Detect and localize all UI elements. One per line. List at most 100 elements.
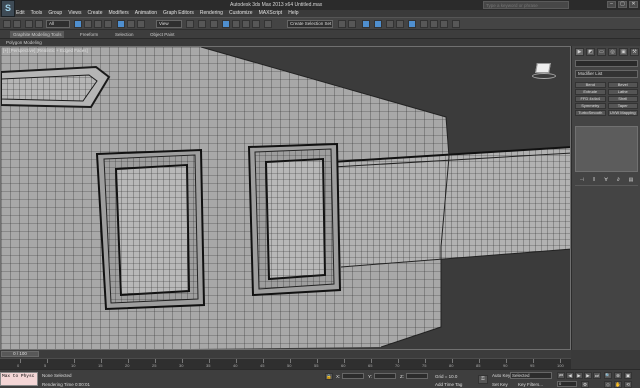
display-tab-icon[interactable]: ▣ <box>619 48 628 56</box>
align-icon[interactable] <box>348 20 356 28</box>
create-tab-icon[interactable]: ▶ <box>575 48 584 56</box>
menu-group[interactable]: Group <box>48 10 62 17</box>
modifier-uvw-mapping-button[interactable]: UVW Mapping <box>607 110 638 116</box>
select-by-name-icon[interactable] <box>84 20 92 28</box>
move-icon[interactable] <box>117 20 125 28</box>
schematic-view-icon[interactable] <box>396 20 404 28</box>
scale-icon[interactable] <box>137 20 145 28</box>
track-bar[interactable]: 0 5 10 15 20 25 30 35 40 45 50 55 60 65 70 75 80 85 90 95 10… <box>0 358 571 369</box>
render-setup-icon[interactable] <box>420 20 428 28</box>
edit-named-sel-icon[interactable] <box>264 20 272 28</box>
teapot-icon[interactable] <box>452 20 460 28</box>
angle-snap-icon[interactable] <box>232 20 240 28</box>
search-input[interactable] <box>484 2 568 8</box>
maximize-button[interactable]: ▢ <box>618 1 627 8</box>
menu-graph-editors[interactable]: Graph Editors <box>163 10 194 17</box>
curve-editor-icon[interactable] <box>386 20 394 28</box>
layer-manager-icon[interactable] <box>362 20 370 28</box>
modifier-lathe-button[interactable]: Lathe <box>607 89 638 95</box>
minimize-button[interactable]: – <box>607 1 616 8</box>
maxscript-listener[interactable]: Max to Physc <box>0 372 38 386</box>
time-slider[interactable]: 0 / 100 <box>0 350 571 358</box>
zoom-icon[interactable]: 🔍 <box>604 372 612 379</box>
redo-icon[interactable] <box>13 20 21 28</box>
go-to-start-icon[interactable]: ⏮ <box>557 372 565 379</box>
modifier-extrude-button[interactable]: Extrude <box>575 89 606 95</box>
material-editor-icon[interactable] <box>408 20 416 28</box>
object-name-field[interactable] <box>575 60 638 67</box>
key-filters-button[interactable]: Key Filters... <box>518 382 543 387</box>
link-icon[interactable] <box>25 20 33 28</box>
menu-modifiers[interactable]: Modifiers <box>108 10 128 17</box>
menu-tools[interactable]: Tools <box>31 10 43 17</box>
snap-icon[interactable] <box>222 20 230 28</box>
current-frame-field[interactable]: 0 <box>557 381 577 387</box>
app-logo-icon[interactable]: S <box>1 0 15 17</box>
set-key-button[interactable]: Set Key <box>492 382 508 387</box>
play-icon[interactable]: ▶ <box>575 372 583 379</box>
make-unique-icon[interactable]: ∀ <box>604 177 607 183</box>
hierarchy-tab-icon[interactable]: ▭ <box>597 48 606 56</box>
zoom-all-icon[interactable]: ⊕ <box>614 372 622 379</box>
menu-rendering[interactable]: Rendering <box>200 10 223 17</box>
mirror-icon[interactable] <box>338 20 346 28</box>
remove-modifier-icon[interactable]: ∂ <box>617 177 619 183</box>
rendered-frame-icon[interactable] <box>430 20 438 28</box>
percent-snap-icon[interactable] <box>242 20 250 28</box>
modifier-symmetry-button[interactable]: Symmetry <box>575 103 606 109</box>
lock-selection-icon[interactable]: 🔒 <box>325 373 333 380</box>
ribbon-panel-label[interactable]: Polygon Modeling <box>6 40 42 45</box>
x-coord-field[interactable] <box>342 373 364 379</box>
motion-tab-icon[interactable]: ◎ <box>608 48 617 56</box>
y-coord-field[interactable] <box>374 373 396 379</box>
undo-icon[interactable] <box>3 20 11 28</box>
rotate-icon[interactable] <box>127 20 135 28</box>
go-to-end-icon[interactable]: ⏭ <box>593 372 601 379</box>
next-frame-icon[interactable]: ▶ <box>584 372 592 379</box>
menu-help[interactable]: Help <box>288 10 298 17</box>
zoom-extents-icon[interactable]: ▣ <box>624 372 632 379</box>
previous-frame-icon[interactable]: ◀ <box>566 372 574 379</box>
tab-selection[interactable]: Selection <box>115 32 134 37</box>
orbit-icon[interactable]: ⟲ <box>624 381 632 388</box>
menu-create[interactable]: Create <box>87 10 102 17</box>
tab-freeform[interactable]: Freeform <box>80 32 98 37</box>
menu-edit[interactable]: Edit <box>16 10 25 17</box>
keyboard-shortcut-icon[interactable] <box>210 20 218 28</box>
menu-views[interactable]: Views <box>68 10 81 17</box>
utilities-tab-icon[interactable]: ⚒ <box>630 48 639 56</box>
viewport-label[interactable]: [+] [Perspective] [Realistic + Edged Fac… <box>3 48 88 53</box>
auto-key-button[interactable]: Auto Key <box>492 373 510 378</box>
tab-object-paint[interactable]: Object Paint <box>150 32 175 37</box>
ref-coord-dropdown[interactable]: View <box>156 20 182 28</box>
graphite-toggle-icon[interactable] <box>374 20 382 28</box>
pan-icon[interactable]: ✋ <box>614 381 622 388</box>
key-mode-dropdown[interactable]: Selected <box>510 372 552 379</box>
modifier-shell-button[interactable]: Shell <box>607 96 638 102</box>
viewcube-compass[interactable] <box>532 73 556 79</box>
pivot-icon[interactable] <box>186 20 194 28</box>
viewcube-icon[interactable] <box>535 63 551 73</box>
key-icon[interactable]: ⚿ <box>478 375 488 384</box>
modify-tab-icon[interactable]: ◩ <box>586 48 595 56</box>
modifier-taper-button[interactable]: Taper <box>607 103 638 109</box>
menu-customize[interactable]: Customize <box>229 10 253 17</box>
menu-animation[interactable]: Animation <box>135 10 157 17</box>
named-selection-dropdown[interactable]: Create Selection Set <box>287 20 333 28</box>
time-config-icon[interactable]: ⚙ <box>581 381 589 388</box>
modifier-list-dropdown[interactable]: Modifier List <box>575 70 638 78</box>
time-slider-handle[interactable]: 0 / 100 <box>1 351 39 357</box>
search-box[interactable] <box>483 1 569 9</box>
selection-filter-dropdown[interactable]: All <box>46 20 70 28</box>
menu-maxscript[interactable]: MAXScript <box>259 10 283 17</box>
add-time-tag[interactable]: Add Time Tag <box>435 382 462 387</box>
perspective-viewport[interactable]: [+] [Perspective] [Realistic + Edged Fac… <box>0 46 571 350</box>
modifier-bevel-button[interactable]: Bevel <box>607 82 638 88</box>
close-button[interactable]: ✕ <box>629 1 638 8</box>
window-crossing-icon[interactable] <box>104 20 112 28</box>
modifier-stack[interactable] <box>575 126 638 172</box>
spinner-snap-icon[interactable] <box>252 20 260 28</box>
rect-region-icon[interactable] <box>94 20 102 28</box>
modifier-bend-button[interactable]: Bend <box>575 82 606 88</box>
z-coord-field[interactable] <box>406 373 428 379</box>
